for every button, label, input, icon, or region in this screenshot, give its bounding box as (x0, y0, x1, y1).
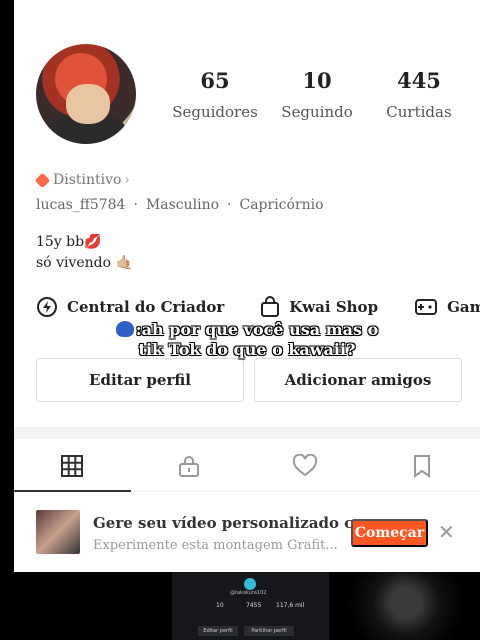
profile-links: Central do Criador Kwai Shop Game (36, 296, 480, 318)
section-divider (14, 427, 480, 439)
kwai-shop-link[interactable]: Kwai Shop (260, 296, 378, 318)
followers-label: Seguidores (172, 103, 258, 121)
stat-likes[interactable]: 445 Curtidas (368, 68, 470, 121)
thumbnail-button: Editar perfil (198, 626, 238, 636)
bio: 15y bb💋 só vivendo 🤙🏼 (36, 232, 133, 274)
speaking-head-icon (115, 321, 134, 337)
creator-center-link[interactable]: Central do Criador (36, 296, 224, 318)
likes-count: 445 (397, 68, 441, 93)
edit-profile-button[interactable]: Editar perfil (36, 358, 244, 402)
game-link[interactable]: Game (414, 296, 480, 318)
video-thumbnail[interactable]: @takakura102 10 7455 117,6 mil Editar pe… (172, 572, 329, 640)
promo-title: Gere seu vídeo personalizado c... (93, 514, 369, 532)
stat-followers[interactable]: 65 Seguidores (164, 68, 266, 121)
profile-screen: 65 Seguidores 10 Seguindo 445 Curtidas D… (14, 0, 480, 572)
video-caption-line: tik Tok do que o kawaii? (138, 340, 356, 359)
badge-icon (34, 172, 51, 188)
username: lucas_ff5784 (36, 197, 126, 213)
thumbnail-stat: 10 (216, 602, 224, 609)
content-tabs (14, 440, 480, 492)
gender: Masculino (145, 197, 220, 213)
chevron-right-icon: › (124, 172, 130, 188)
badge-label: Distintivo (53, 172, 122, 188)
lock-icon (178, 455, 199, 477)
promo-thumbnail (36, 510, 80, 554)
video-thumbnail[interactable] (332, 572, 480, 640)
profile-meta: lucas_ff5784 · Masculino · Capricórnio (36, 197, 324, 213)
zodiac-sign: Capricórnio (239, 197, 324, 213)
badge-link[interactable]: Distintivo › (34, 172, 130, 188)
tab-posts[interactable] (14, 440, 131, 492)
followers-count: 65 (200, 68, 230, 93)
video-caption-line: :ah por que você usa mas o (14, 320, 480, 340)
following-count: 10 (302, 68, 332, 93)
tab-saved[interactable] (364, 440, 480, 491)
close-icon[interactable]: ✕ (438, 520, 455, 544)
tab-liked[interactable] (247, 440, 364, 491)
bio-line: 15y bb💋 (36, 234, 102, 250)
bookmark-icon (413, 454, 430, 478)
heart-icon (293, 453, 318, 476)
promo-banner[interactable]: Gere seu vídeo personalizado c... Experi… (14, 500, 480, 564)
shopping-bag-icon (261, 296, 280, 317)
profile-stats: 65 Seguidores 10 Seguindo 445 Curtidas (164, 68, 470, 121)
add-friends-button[interactable]: Adicionar amigos (254, 358, 462, 402)
bio-line: só vivendo 🤙🏼 (36, 255, 133, 271)
kwai-shop-label: Kwai Shop (289, 298, 379, 316)
avatar[interactable] (36, 44, 136, 144)
creator-center-label: Central do Criador (67, 298, 225, 316)
stat-following[interactable]: 10 Seguindo (266, 68, 368, 121)
start-button[interactable]: Começar (351, 519, 428, 547)
caption-text: :ah por que você usa mas o (135, 320, 379, 339)
thumbnail-stat: 117,6 mil (276, 602, 305, 609)
tab-private[interactable] (131, 440, 248, 491)
game-label: Game (447, 298, 480, 316)
following-label: Seguindo (281, 103, 353, 121)
gamepad-icon (415, 299, 438, 315)
likes-label: Curtidas (386, 103, 452, 121)
promo-subtitle: Experimente esta montagem Grafit... (93, 538, 338, 553)
thumbnail-button: Partilhar perfil (244, 626, 294, 636)
thumbnail-handle: @takakura102 (230, 590, 267, 596)
grid-icon (61, 454, 84, 477)
bolt-circle-icon (37, 297, 57, 317)
thumbnail-stat: 7455 (246, 602, 262, 609)
profile-actions: Editar perfil Adicionar amigos (36, 358, 462, 402)
